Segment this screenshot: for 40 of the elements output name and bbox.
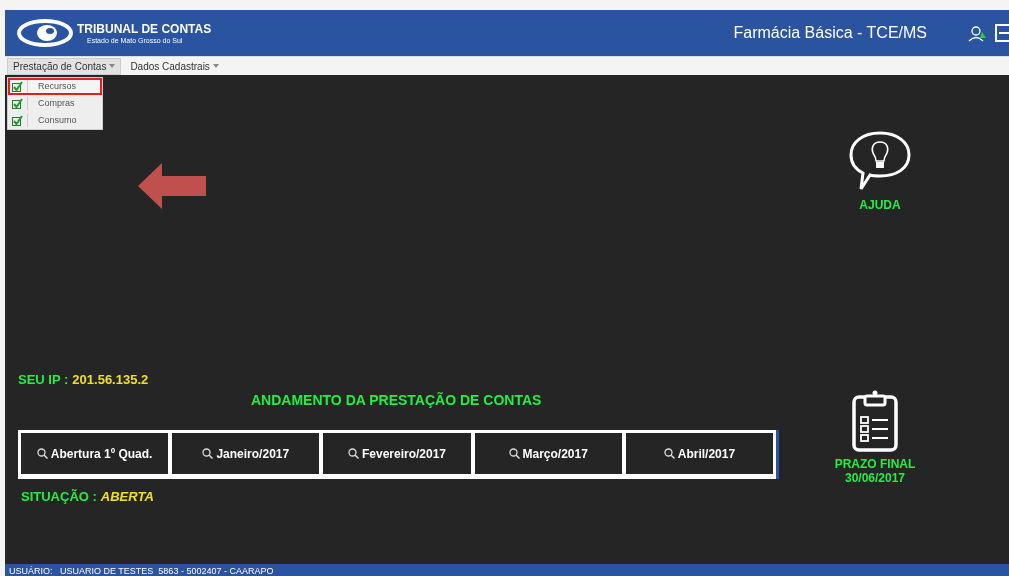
- step-button[interactable]: Abertura 1º Quad.: [21, 433, 169, 474]
- step-button[interactable]: Fevereiro/2017: [323, 433, 471, 474]
- help-label[interactable]: AJUDA: [859, 196, 901, 214]
- ip-value: 201.56.135.2: [72, 371, 149, 389]
- clipboard-checklist-icon: [852, 390, 898, 452]
- caret-icon: [109, 64, 116, 68]
- checkmark-icon: [12, 98, 23, 109]
- status-text: USUÁRIO: USUARIO DE TESTES 5863 - 5002407 - CAARAPO: [9, 566, 274, 576]
- ip-label: SEU IP :: [18, 371, 69, 389]
- caret-icon: [212, 64, 219, 68]
- arrow-left-icon: [138, 163, 206, 209]
- lightbulb-speech-icon[interactable]: [849, 130, 911, 192]
- checkmark-icon: [12, 81, 23, 92]
- search-icon: [663, 448, 675, 459]
- logo-title: TRIBUNAL DE CONTAS: [77, 22, 212, 35]
- search-icon: [508, 448, 520, 459]
- search-icon: [202, 448, 214, 459]
- step-button[interactable]: Janeiro/2017: [172, 433, 320, 474]
- dropdown-item[interactable]: Recursos: [8, 78, 102, 95]
- deadline-label: PRAZO FINAL: [834, 458, 916, 470]
- menu-label: Compras: [38, 96, 75, 110]
- menu-item[interactable]: Prestação de Contas: [7, 57, 122, 75]
- checkmark-icon: [12, 115, 23, 126]
- app-title: Farmácia Básica - TCE/MS: [733, 23, 927, 43]
- search-icon: [36, 448, 48, 459]
- situation-value: ABERTA: [100, 488, 154, 506]
- menu-item[interactable]: Dados Cadastrais: [125, 57, 224, 75]
- situation-label: SITUAÇÃO :: [21, 488, 97, 506]
- deadline-date: 30/06/2017: [844, 472, 906, 484]
- logout-icon[interactable]: [995, 23, 1009, 43]
- step-button[interactable]: Abril/2017: [625, 433, 773, 474]
- progress-title: ANDAMENTO DA PRESTAÇÃO DE CONTAS: [251, 391, 542, 410]
- user-support-icon[interactable]: [967, 23, 989, 43]
- menu-label: Recursos: [38, 79, 76, 93]
- eye-logo-icon: [17, 19, 73, 47]
- menu-label: Consumo: [38, 113, 77, 127]
- search-icon: [347, 448, 359, 459]
- dropdown-item[interactable]: Compras: [8, 95, 102, 112]
- dropdown-item[interactable]: Consumo: [8, 112, 102, 129]
- step-button[interactable]: Março/2017: [474, 433, 622, 474]
